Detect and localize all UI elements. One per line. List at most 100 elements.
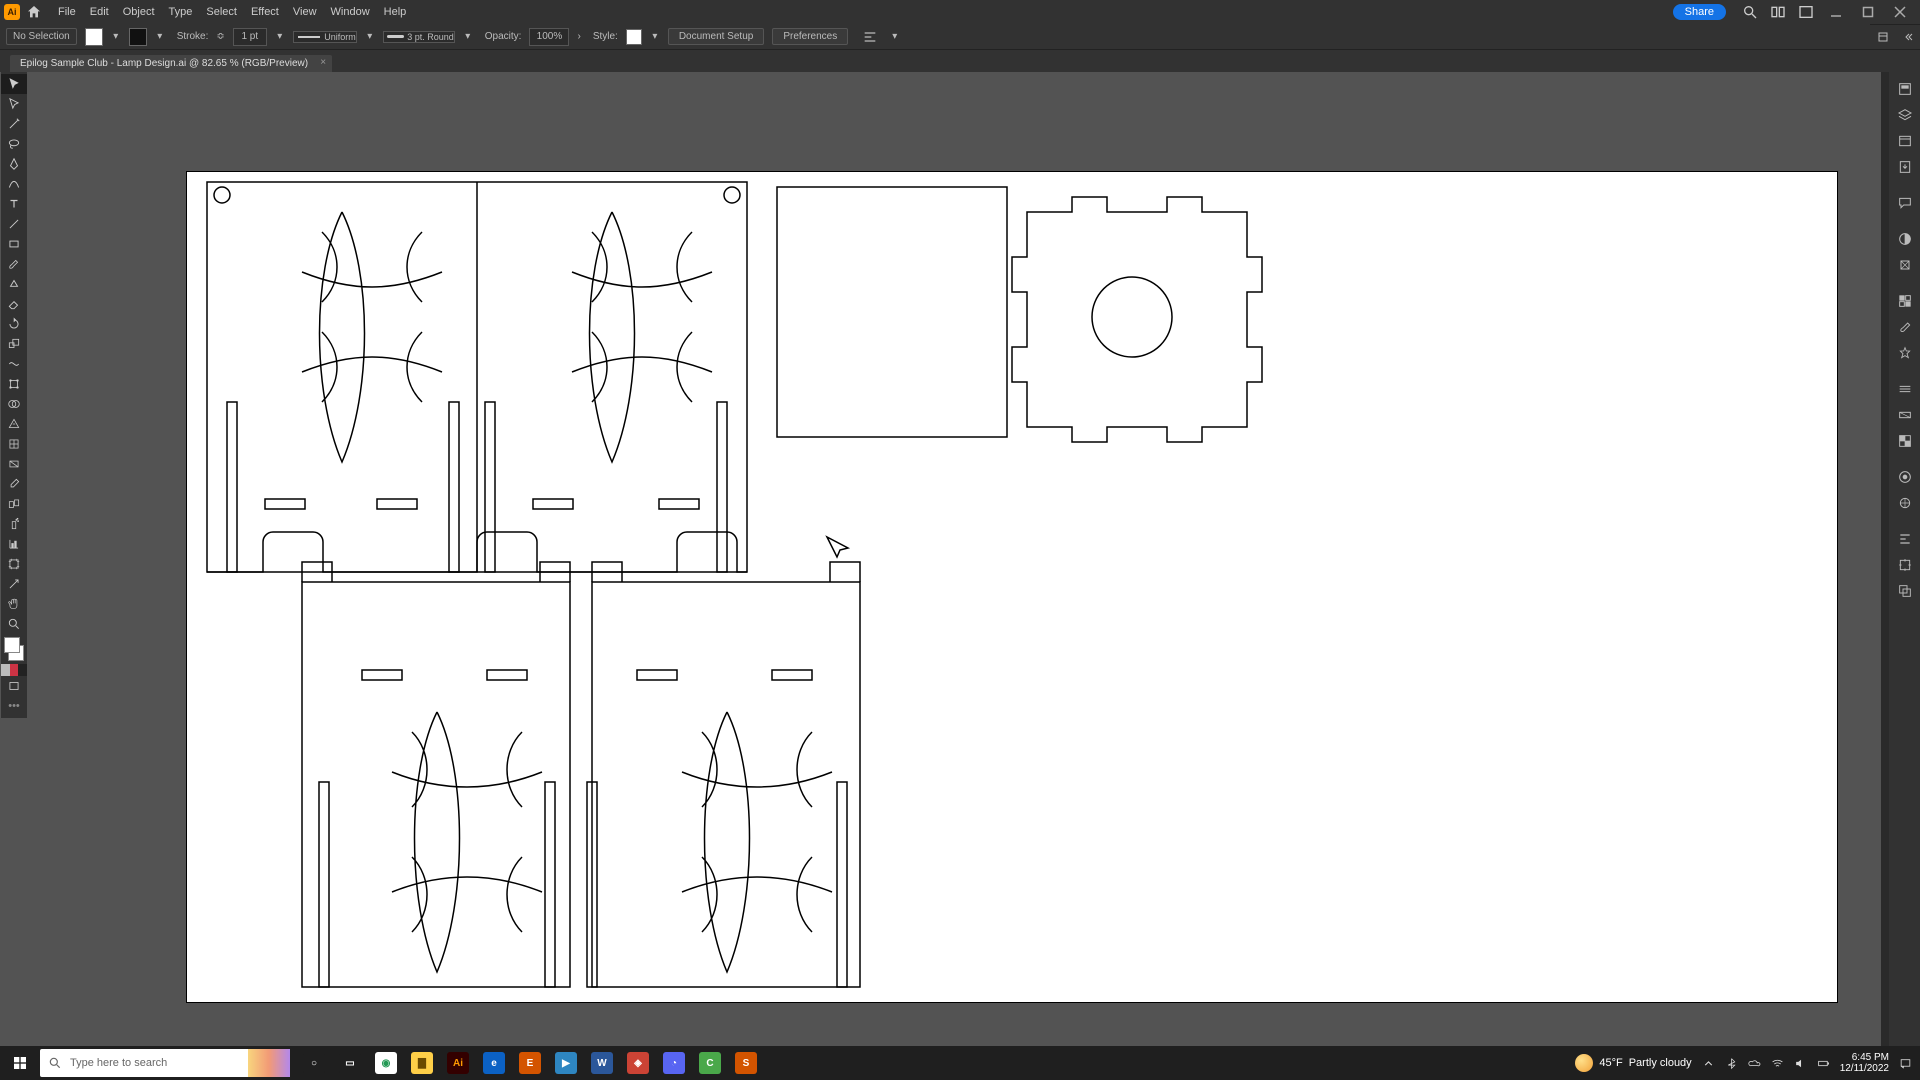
home-icon[interactable] — [26, 4, 42, 20]
menu-window[interactable]: Window — [325, 0, 376, 24]
panel-align[interactable] — [1894, 528, 1916, 550]
align-dropdown[interactable]: ▾ — [892, 31, 897, 42]
tool-blend[interactable] — [1, 494, 27, 514]
menu-edit[interactable]: Edit — [84, 0, 115, 24]
maximize-window[interactable] — [1862, 6, 1874, 18]
tool-curvature[interactable] — [1, 174, 27, 194]
expand-panels-left[interactable] — [1895, 24, 1920, 50]
search-icon[interactable] — [1742, 4, 1758, 20]
taskbar-app-chrome[interactable]: ◉ — [368, 1046, 404, 1080]
panel-transform[interactable] — [1894, 554, 1916, 576]
stroke-swatch[interactable] — [129, 28, 147, 46]
tool-symbol-spray[interactable] — [1, 514, 27, 534]
tool-mesh[interactable] — [1, 434, 27, 454]
tray-wifi-icon[interactable] — [1771, 1057, 1784, 1070]
opacity-dropdown[interactable]: › — [577, 31, 580, 42]
tool-graph[interactable] — [1, 534, 27, 554]
stroke-stepper-icon[interactable]: ≎ — [216, 31, 224, 42]
screen-mode[interactable] — [1, 676, 27, 696]
preferences-button[interactable]: Preferences — [772, 28, 848, 45]
stroke-profile[interactable]: Uniform — [293, 31, 357, 43]
share-button[interactable]: Share — [1673, 4, 1726, 20]
tool-free-transform[interactable] — [1, 374, 27, 394]
menu-type[interactable]: Type — [163, 0, 199, 24]
taskbar-weather[interactable]: 45°F Partly cloudy — [1575, 1054, 1691, 1072]
panel-libraries[interactable] — [1894, 130, 1916, 152]
tool-eraser[interactable] — [1, 294, 27, 314]
tool-type[interactable] — [1, 194, 27, 214]
taskbar-app-edge[interactable]: e — [476, 1046, 512, 1080]
workspace-icon[interactable] — [1798, 4, 1814, 20]
tool-artboard[interactable] — [1, 554, 27, 574]
panel-asset-export[interactable] — [1894, 156, 1916, 178]
fill-dropdown[interactable]: ▾ — [111, 31, 121, 42]
tool-selection[interactable] — [1, 74, 27, 94]
close-window[interactable] — [1894, 6, 1906, 18]
stroke-weight-dropdown[interactable]: ▾ — [275, 31, 285, 42]
start-button[interactable] — [0, 1055, 40, 1071]
tool-hand[interactable] — [1, 594, 27, 614]
edit-toolbar[interactable]: ••• — [1, 696, 27, 716]
tool-gradient[interactable] — [1, 454, 27, 474]
taskbar-search[interactable]: Type here to search — [40, 1049, 290, 1077]
document-setup-button[interactable]: Document Setup — [668, 28, 765, 45]
tool-paintbrush[interactable] — [1, 254, 27, 274]
panel-swatches[interactable] — [1894, 290, 1916, 312]
tray-onedrive-icon[interactable] — [1748, 1057, 1761, 1070]
taskbar-app-camtasia[interactable]: C — [692, 1046, 728, 1080]
color-mode-row[interactable] — [1, 664, 27, 676]
taskbar-app-epilog[interactable]: E — [512, 1046, 548, 1080]
tool-shaper[interactable] — [1, 274, 27, 294]
panel-comments[interactable] — [1894, 192, 1916, 214]
style-dropdown[interactable]: ▾ — [650, 31, 660, 42]
tool-shape-builder[interactable] — [1, 394, 27, 414]
tool-rotate[interactable] — [1, 314, 27, 334]
tool-width[interactable] — [1, 354, 27, 374]
panel-color[interactable] — [1894, 228, 1916, 250]
menu-effect[interactable]: Effect — [245, 0, 285, 24]
panel-brushes[interactable] — [1894, 316, 1916, 338]
tool-direct-select[interactable] — [1, 94, 27, 114]
document-tab[interactable]: Epilog Sample Club - Lamp Design.ai @ 82… — [10, 55, 332, 72]
fill-swatch[interactable] — [85, 28, 103, 46]
panel-stroke[interactable] — [1894, 378, 1916, 400]
panel-appearance[interactable] — [1894, 466, 1916, 488]
panel-transparency[interactable] — [1894, 430, 1916, 452]
menu-select[interactable]: Select — [200, 0, 243, 24]
taskbar-app-explorer[interactable]: ▇ — [404, 1046, 440, 1080]
tray-bluetooth-icon[interactable] — [1725, 1057, 1738, 1070]
tray-volume-icon[interactable] — [1794, 1057, 1807, 1070]
taskbar-clock[interactable]: 6:45 PM 12/11/2022 — [1840, 1052, 1889, 1074]
tool-magic-wand[interactable] — [1, 114, 27, 134]
panel-symbols[interactable] — [1894, 342, 1916, 364]
tray-chevron-icon[interactable] — [1702, 1057, 1715, 1070]
brush-dropdown[interactable]: ▾ — [463, 31, 473, 42]
controlbar-overflow[interactable] — [1870, 24, 1895, 50]
taskbar-app-cortana[interactable]: ○ — [296, 1046, 332, 1080]
panel-collapse-strip[interactable] — [1881, 72, 1889, 1068]
menu-view[interactable]: View — [287, 0, 323, 24]
tool-eyedropper[interactable] — [1, 474, 27, 494]
tool-scale[interactable] — [1, 334, 27, 354]
taskbar-app-brave[interactable]: ◈ — [620, 1046, 656, 1080]
minimize-window[interactable] — [1830, 6, 1842, 18]
panel-pathfinder[interactable] — [1894, 580, 1916, 602]
taskbar-app-snagit[interactable]: S — [728, 1046, 764, 1080]
taskbar-app-vlc[interactable]: ▶ — [548, 1046, 584, 1080]
taskbar-app-word[interactable]: W — [584, 1046, 620, 1080]
taskbar-app-illustrator[interactable]: Ai — [440, 1046, 476, 1080]
tool-perspective[interactable] — [1, 414, 27, 434]
menu-file[interactable]: File — [52, 0, 82, 24]
menu-object[interactable]: Object — [117, 0, 161, 24]
canvas-stage[interactable] — [27, 72, 1881, 1058]
panel-properties[interactable] — [1894, 78, 1916, 100]
stroke-dropdown[interactable]: ▾ — [155, 31, 165, 42]
panel-color-guide[interactable] — [1894, 254, 1916, 276]
tool-pen[interactable] — [1, 154, 27, 174]
tool-line[interactable] — [1, 214, 27, 234]
brush-definition[interactable]: 3 pt. Round — [383, 31, 455, 43]
taskbar-app-discord[interactable]: ◔ — [656, 1046, 692, 1080]
profile-dropdown[interactable]: ▾ — [365, 31, 375, 42]
arrange-windows-icon[interactable] — [1770, 4, 1786, 20]
align-icon[interactable] — [862, 29, 878, 45]
